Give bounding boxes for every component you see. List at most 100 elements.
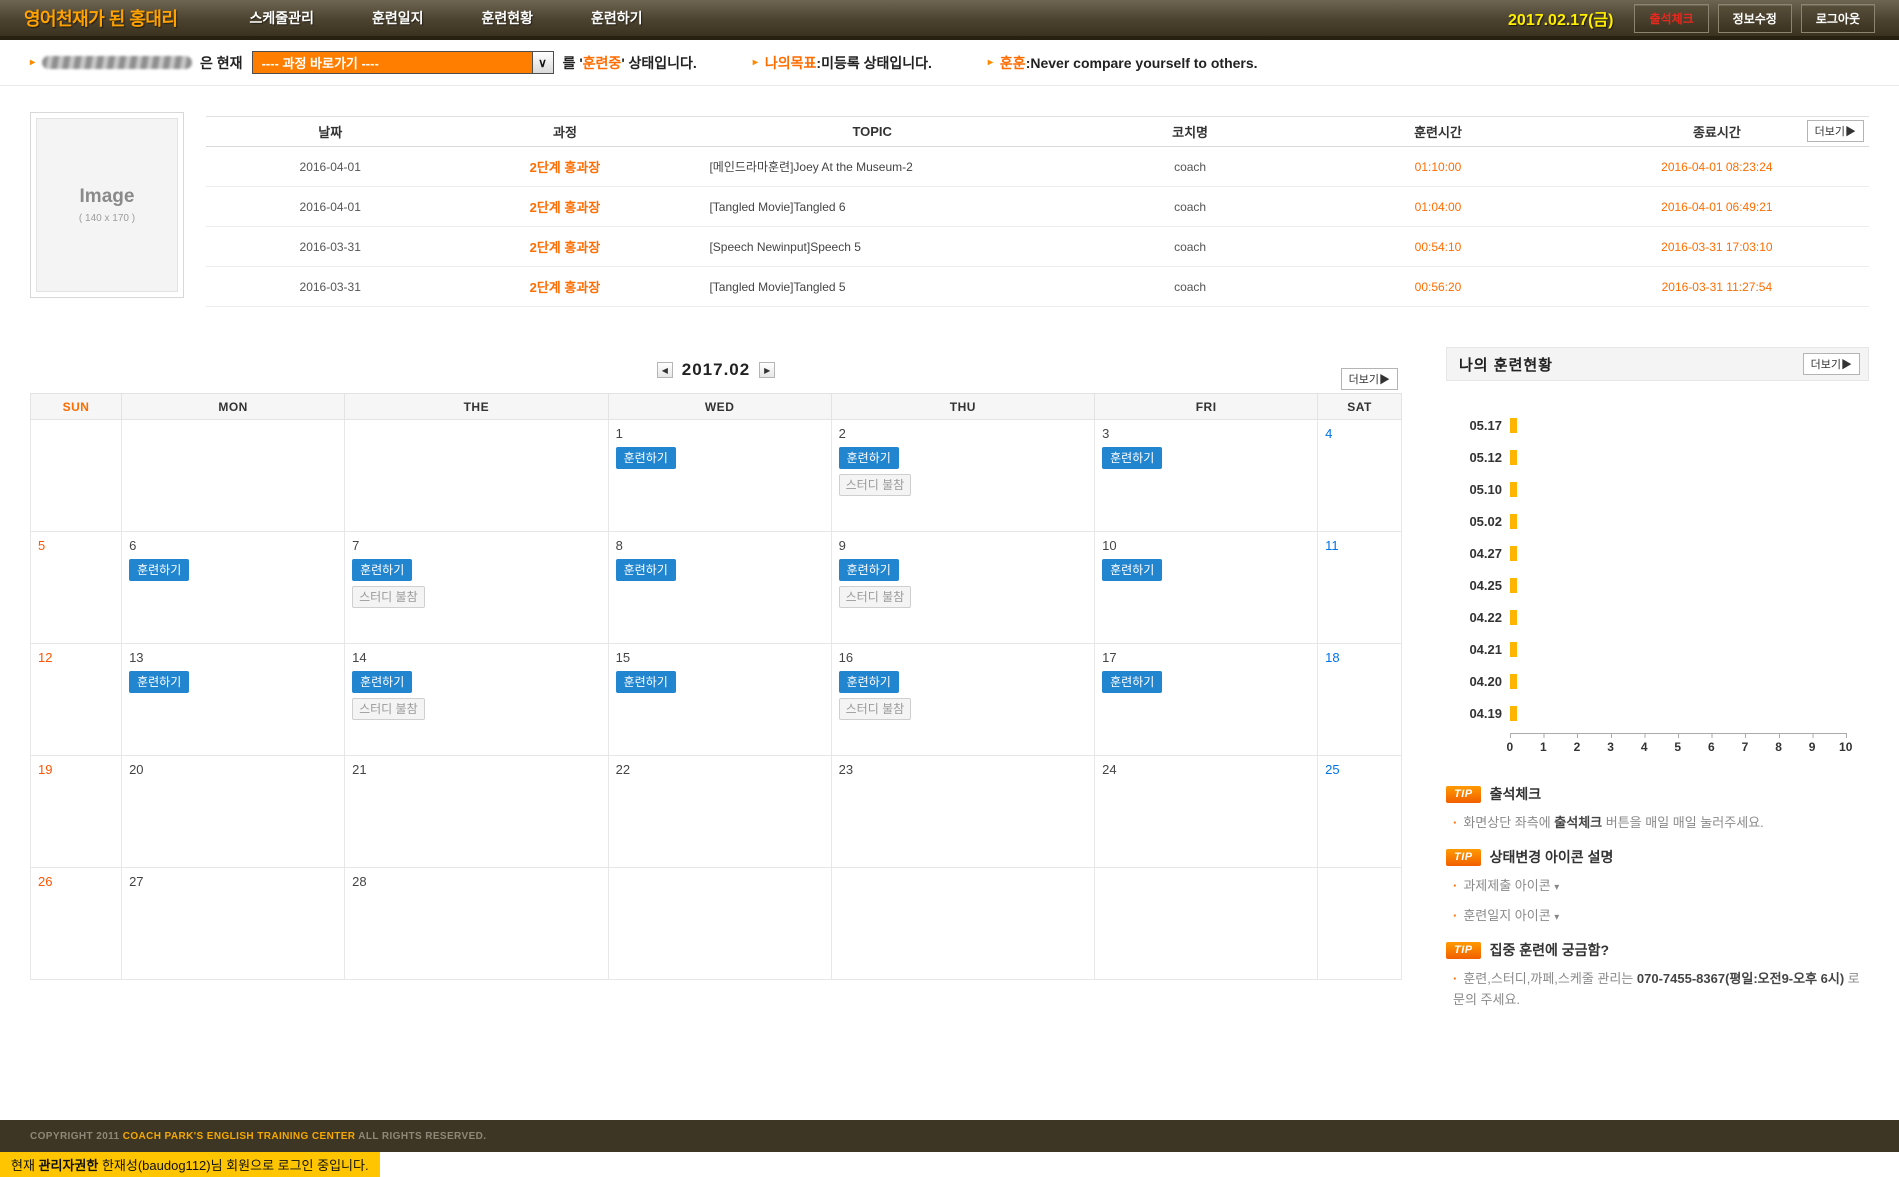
train-button[interactable]: 훈련하기 xyxy=(1102,559,1162,581)
chart-x-tick: 1 xyxy=(1527,740,1561,754)
train-button[interactable]: 훈련하기 xyxy=(839,447,899,469)
cell-topic: [Tangled Movie]Tangled 5 xyxy=(675,267,1068,307)
column-header: 코치명 xyxy=(1069,117,1311,147)
train-button[interactable]: 훈련하기 xyxy=(129,559,189,581)
chart-x-tick: 5 xyxy=(1661,740,1695,754)
train-button[interactable]: 훈련하기 xyxy=(839,671,899,693)
calendar-day-cell: 7훈련하기스터디 불참 xyxy=(345,532,609,644)
calendar-week-row: 262728 xyxy=(31,868,1402,980)
tip-line: ·훈련,스터디,까페,스케줄 관리는 070-7455-8367(평일:오전9-… xyxy=(1446,969,1869,1009)
cell-date: 2016-04-01 xyxy=(206,187,454,227)
day-number: 6 xyxy=(129,538,344,553)
nav-item[interactable]: 훈련현황 xyxy=(481,8,533,28)
day-number: 10 xyxy=(1102,538,1317,553)
tip-header: TIP상태변경 아이콘 설명 xyxy=(1446,847,1869,867)
calendar-day-cell: 3훈련하기 xyxy=(1095,420,1318,532)
tip-header: TIP집중 훈련에 궁금함? xyxy=(1446,940,1869,960)
chart-bar xyxy=(1510,610,1517,625)
chart-bar xyxy=(1510,514,1517,529)
motto-text: Never compare yourself to others. xyxy=(1030,55,1257,71)
chart-row: 05.17 xyxy=(1446,409,1869,441)
calendar-day-cell: 18 xyxy=(1318,644,1402,756)
tip-section: TIP상태변경 아이콘 설명·과제제출 아이콘 ▾·훈련일지 아이콘 ▾ xyxy=(1446,847,1869,926)
calendar-day-cell: 22 xyxy=(608,756,831,868)
cell-end-time: 2016-03-31 17:03:10 xyxy=(1565,227,1869,267)
chart-bar xyxy=(1510,578,1517,593)
calendar-day-cell: 1 훈련하기 xyxy=(608,420,831,532)
train-button[interactable]: 훈련하기 xyxy=(839,559,899,581)
chart-category-label: 04.22 xyxy=(1446,610,1502,625)
calendar-empty-cell xyxy=(608,868,831,980)
attendance-check-button[interactable]: 출석체크 xyxy=(1634,4,1708,33)
chart-x-tick-labels: 012345678910 xyxy=(1493,740,1863,754)
train-button[interactable]: 훈련하기 xyxy=(616,559,676,581)
chart-category-label: 05.12 xyxy=(1446,450,1502,465)
day-number: 8 xyxy=(616,538,831,553)
study-absent-button[interactable]: 스터디 불참 xyxy=(839,698,912,720)
course-shortcut-dropdown[interactable]: ---- 과정 바로가기 ---- ∨ xyxy=(252,51,554,74)
tip-title: 상태변경 아이콘 설명 xyxy=(1490,847,1614,867)
train-button[interactable]: 훈련하기 xyxy=(616,447,676,469)
history-more-button[interactable]: 더보기▶ xyxy=(1807,120,1864,142)
table-row: 2016-04-012단계 홍과장[메인드라마훈련]Joey At the Mu… xyxy=(206,147,1869,187)
chart-category-label: 04.19 xyxy=(1446,706,1502,721)
train-button[interactable]: 훈련하기 xyxy=(1102,447,1162,469)
profile-photo-placeholder: Image ( 140 x 170 ) xyxy=(30,112,184,298)
calendar-day-cell: 16훈련하기스터디 불참 xyxy=(831,644,1095,756)
main-nav: 스케줄관리 훈련일지 훈련현황 훈련하기 xyxy=(250,8,643,28)
calendar-day-cell: 9훈련하기스터디 불참 xyxy=(831,532,1095,644)
train-button[interactable]: 훈련하기 xyxy=(1102,671,1162,693)
cell-coach: coach xyxy=(1069,227,1311,267)
edit-info-button[interactable]: 정보수정 xyxy=(1718,4,1792,33)
calendar-day-cell: 20 xyxy=(122,756,345,868)
brand-name: COACH PARK'S ENGLISH TRAINING CENTER xyxy=(123,1131,356,1142)
calendar-week-row: 1훈련하기2훈련하기스터디 불참3훈련하기4 xyxy=(31,420,1402,532)
calendar-empty-cell xyxy=(1095,868,1318,980)
cell-topic: [Tangled Movie]Tangled 6 xyxy=(675,187,1068,227)
nav-item[interactable]: 훈련일지 xyxy=(372,8,424,28)
train-button[interactable]: 훈련하기 xyxy=(352,559,412,581)
bullet-dot-icon: · xyxy=(1453,908,1457,923)
day-number: 20 xyxy=(129,762,344,777)
admin-login-notice: 현재 관리자권한 한재성(baudog112)님 회원으로 로그인 중입니다. xyxy=(0,1152,380,1177)
logout-button[interactable]: 로그아웃 xyxy=(1801,4,1875,33)
sidebar-more-button[interactable]: 더보기▶ xyxy=(1803,353,1860,375)
calendar-day-cell: 27 xyxy=(122,868,345,980)
chart-category-label: 05.02 xyxy=(1446,514,1502,529)
chart-category-label: 04.21 xyxy=(1446,642,1502,657)
calendar-day-cell: 5 xyxy=(31,532,122,644)
train-button[interactable]: 훈련하기 xyxy=(129,671,189,693)
calendar-next-icon[interactable]: ▶ xyxy=(759,362,775,378)
column-header: TOPIC xyxy=(675,117,1068,147)
cell-duration: 01:10:00 xyxy=(1311,147,1565,187)
cell-duration: 01:04:00 xyxy=(1311,187,1565,227)
weekday-header: SAT xyxy=(1318,394,1402,420)
nav-item[interactable]: 스케줄관리 xyxy=(250,8,314,28)
site-logo[interactable]: 영어천재가 된 홍대리 xyxy=(24,5,178,31)
arrow-marker-icon: ▸ xyxy=(30,57,35,68)
calendar-day-cell: 12 xyxy=(31,644,122,756)
calendar-day-cell: 28 xyxy=(345,868,609,980)
column-header: 날짜 xyxy=(206,117,454,147)
study-absent-button[interactable]: 스터디 불참 xyxy=(352,586,425,608)
table-row: 2016-03-312단계 홍과장[Tangled Movie]Tangled … xyxy=(206,267,1869,307)
study-absent-button[interactable]: 스터디 불참 xyxy=(352,698,425,720)
train-button[interactable]: 훈련하기 xyxy=(616,671,676,693)
calendar-prev-icon[interactable]: ◀ xyxy=(657,362,673,378)
day-number: 1 xyxy=(616,426,831,441)
day-number: 21 xyxy=(352,762,608,777)
day-number: 2 xyxy=(839,426,1095,441)
calendar-day-cell: 11 xyxy=(1318,532,1402,644)
study-absent-button[interactable]: 스터디 불참 xyxy=(839,586,912,608)
chart-rows: 05.1705.1205.1005.0204.2704.2504.2204.21… xyxy=(1446,409,1869,729)
study-absent-button[interactable]: 스터디 불참 xyxy=(839,474,912,496)
chart-bar xyxy=(1510,482,1517,497)
bullet-dot-icon: · xyxy=(1453,815,1457,830)
history-table-wrap: 더보기▶ 날짜과정TOPIC코치명훈련시간종료시간 2016-04-012단계 … xyxy=(206,116,1869,307)
top-right: 2017.02.17(금) 출석체크 정보수정 로그아웃 xyxy=(1508,4,1875,33)
calendar-and-sidebar: ◀ 2017.02 ▶ 더보기▶ SUNMONTHEWEDTHUFRISAT 1… xyxy=(30,347,1869,1024)
calendar-more-button[interactable]: 더보기▶ xyxy=(1341,368,1398,390)
calendar-day-cell: 8 훈련하기 xyxy=(608,532,831,644)
train-button[interactable]: 훈련하기 xyxy=(352,671,412,693)
nav-item[interactable]: 훈련하기 xyxy=(591,8,643,28)
